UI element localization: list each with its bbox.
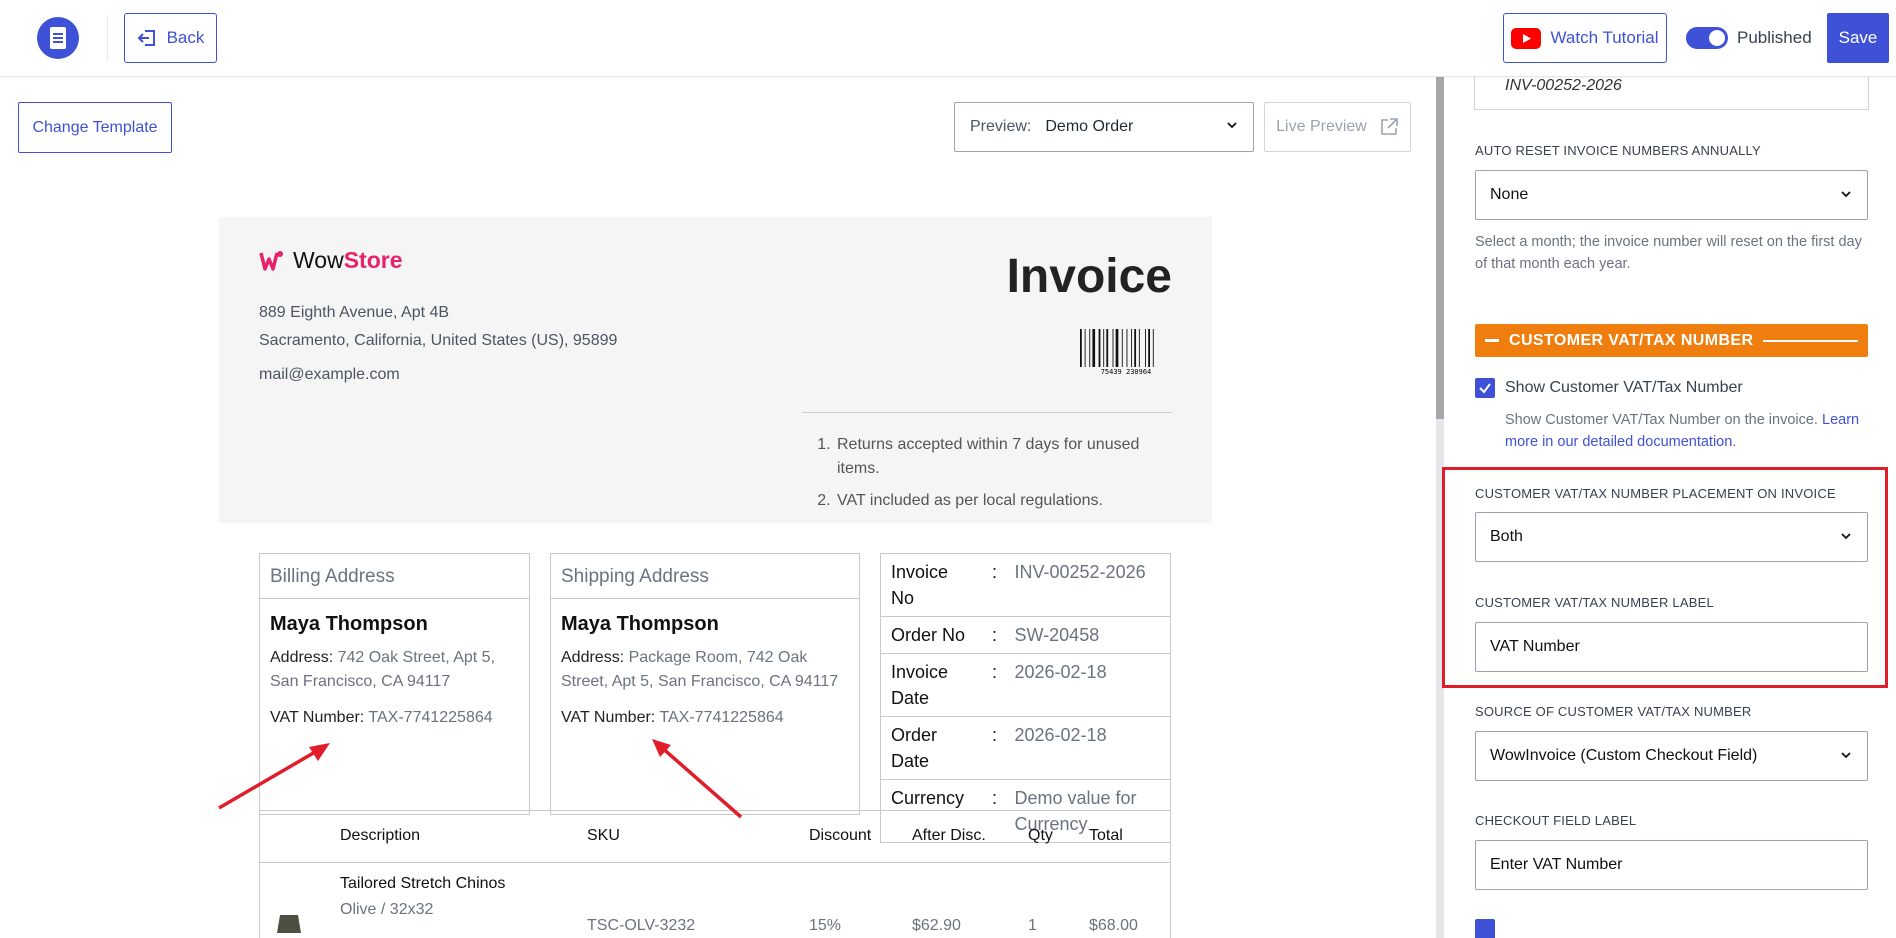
divider bbox=[107, 16, 108, 60]
auto-reset-value: None bbox=[1490, 186, 1529, 203]
checkmark-icon bbox=[1479, 383, 1491, 394]
annotation-arrow bbox=[218, 746, 323, 810]
checkout-field-label: CHECKOUT FIELD LABEL bbox=[1475, 813, 1637, 828]
auto-reset-label: AUTO RESET INVOICE NUMBERS ANNUALLY bbox=[1475, 143, 1761, 158]
invoice-preview-area: Change Template Preview: Demo Order Live… bbox=[0, 77, 1436, 938]
save-button[interactable]: Save bbox=[1827, 13, 1889, 63]
placement-select[interactable]: Both bbox=[1475, 512, 1868, 562]
vat-section-header: CUSTOMER VAT/TAX NUMBER bbox=[1475, 324, 1868, 357]
show-vat-checkbox[interactable] bbox=[1475, 378, 1495, 398]
back-label: Back bbox=[166, 28, 205, 47]
chevron-down-icon bbox=[1841, 752, 1851, 759]
auto-reset-help: Select a month; the invoice number will … bbox=[1475, 234, 1862, 272]
chevron-down-icon bbox=[1841, 533, 1851, 540]
show-vat-help: Show Customer VAT/Tax Number on the invo… bbox=[1505, 412, 1860, 450]
vat-label-value: VAT Number bbox=[1490, 638, 1580, 655]
back-button[interactable]: Back bbox=[124, 13, 217, 63]
top-bar: Back Watch Tutorial Published Save bbox=[0, 0, 1896, 77]
youtube-icon bbox=[1511, 27, 1542, 49]
watch-tutorial-label: Watch Tutorial bbox=[1550, 28, 1659, 47]
checkout-field-input[interactable]: Enter VAT Number bbox=[1475, 840, 1868, 890]
save-label: Save bbox=[1838, 28, 1878, 47]
published-label: Published bbox=[1737, 28, 1812, 47]
vat-label-label: CUSTOMER VAT/TAX NUMBER LABEL bbox=[1475, 595, 1714, 610]
annotation-arrow bbox=[658, 744, 743, 819]
placement-label: CUSTOMER VAT/TAX NUMBER PLACEMENT ON INV… bbox=[1475, 486, 1836, 501]
invoice-number-preview: INV-00252-2026 bbox=[1474, 77, 1869, 110]
show-vat-help-text: Show Customer VAT/Tax Number on the invo… bbox=[1505, 412, 1818, 428]
watch-tutorial-button[interactable]: Watch Tutorial bbox=[1503, 13, 1667, 63]
source-select[interactable]: WowInvoice (Custom Checkout Field) bbox=[1475, 731, 1868, 781]
vat-label-input[interactable]: VAT Number bbox=[1475, 622, 1868, 672]
checkbox[interactable] bbox=[1475, 919, 1495, 938]
checkout-field-placeholder: Enter VAT Number bbox=[1490, 856, 1623, 873]
section-rule bbox=[1763, 339, 1858, 342]
preview-scrollbar-thumb[interactable] bbox=[1436, 77, 1444, 419]
vat-section-title: CUSTOMER VAT/TAX NUMBER bbox=[1509, 331, 1754, 349]
placement-value: Both bbox=[1490, 528, 1523, 545]
annotation-arrows bbox=[218, 739, 743, 819]
invoice-number-preview-value: INV-00252-2026 bbox=[1505, 77, 1622, 94]
show-vat-label[interactable]: Show Customer VAT/Tax Number bbox=[1505, 379, 1743, 397]
source-label: SOURCE OF CUSTOMER VAT/TAX NUMBER bbox=[1475, 704, 1752, 719]
published-toggle[interactable] bbox=[1686, 27, 1728, 49]
app-logo-icon[interactable] bbox=[37, 17, 79, 59]
source-value: WowInvoice (Custom Checkout Field) bbox=[1490, 747, 1758, 764]
section-dash bbox=[1485, 339, 1499, 342]
chevron-down-icon bbox=[1841, 191, 1851, 198]
back-arrow-icon bbox=[137, 30, 155, 46]
auto-reset-select[interactable]: None bbox=[1475, 170, 1868, 220]
